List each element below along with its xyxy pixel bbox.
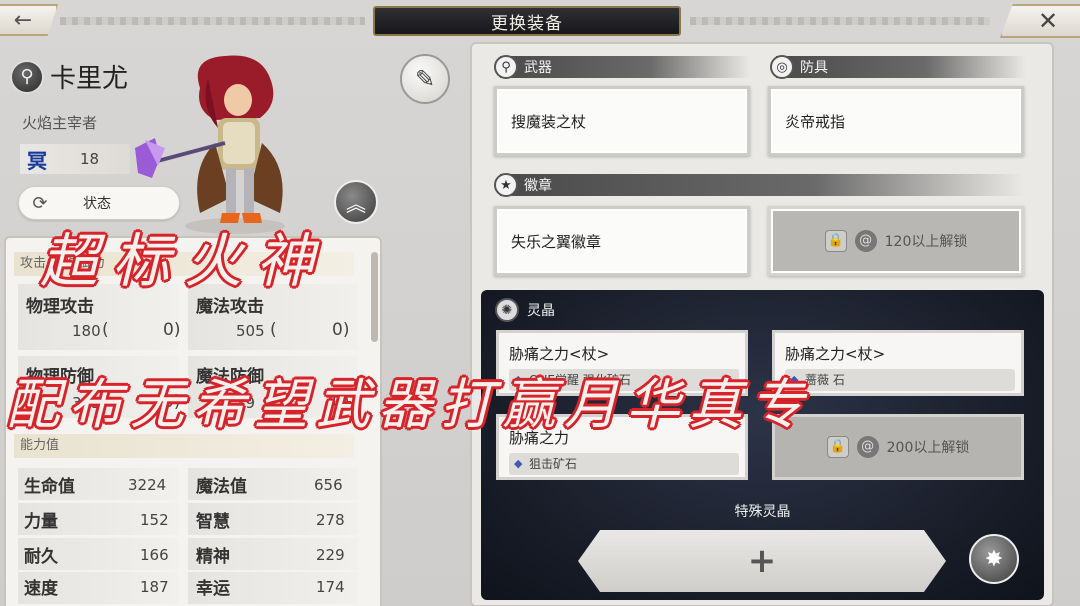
def-value: 166 (140, 546, 169, 564)
refresh-icon: ⟳ (32, 192, 48, 214)
spd-value: 187 (140, 578, 169, 596)
crystal-3-ore: 狙击矿石 (509, 453, 739, 475)
mag-atk-value: 505 (236, 322, 265, 340)
character-name-row: ⚲ 卡里尤 (10, 58, 128, 95)
armor-header-label: 防具 (800, 60, 828, 76)
spd-label: 速度 (24, 579, 58, 599)
overlay-caption-2: 配布无希望武器打赢月华真专 (6, 373, 812, 436)
crystal-icon: ✺ (495, 298, 519, 322)
staff-icon: ⚲ (494, 55, 518, 79)
str-label: 力量 (24, 512, 58, 532)
lock-icon: 🔒 (826, 436, 849, 458)
level-value: 18 (80, 150, 100, 168)
back-button[interactable]: ← (0, 4, 58, 36)
close-icon: ✕ (1037, 7, 1059, 35)
page-title: 更换装备 (373, 6, 681, 36)
collapse-chevron-icon[interactable]: ︽ (334, 180, 378, 224)
overlay-caption-1: 超标火神 (40, 227, 329, 295)
character-sprite (135, 55, 285, 234)
hp-value: 3224 (128, 476, 167, 494)
top-bar: ← 更换装备 ✕ (0, 0, 1080, 40)
spr-label: 精神 (196, 547, 230, 567)
armor-name: 炎帝戒指 (785, 112, 846, 131)
memo-icon[interactable]: ✎ (400, 54, 450, 104)
plus-icon: + (747, 541, 777, 581)
locked-badge-slot: 🔒 @ 120以上解锁 (768, 206, 1024, 276)
badge-header: ★ 徽章 (494, 173, 1024, 197)
mag-atk-bonus-open: ( (270, 320, 277, 340)
crystal-2-ore: 蔷薇 石 (785, 369, 1015, 391)
phys-atk-bonus-close: 0) (163, 320, 181, 340)
rarity-glyph: 冥 (27, 148, 47, 173)
ring-icon: ◎ (770, 55, 794, 79)
weapon-name: 搜魔装之杖 (511, 112, 587, 131)
int-label: 智慧 (196, 512, 230, 532)
badge-name: 失乐之翼徽章 (511, 232, 602, 251)
crystal-header: ✺ 灵晶 (495, 298, 1035, 322)
spr-value: 229 (316, 546, 345, 564)
mp-label: 魔法值 (196, 477, 247, 497)
swirl-icon: @ (856, 436, 879, 458)
phys-atk-bonus-open: ( (102, 320, 109, 340)
armor-header: ◎ 防具 (770, 55, 1026, 79)
star-badge-icon: ★ (494, 173, 518, 197)
level-row: 冥 18 (20, 144, 130, 174)
staff-type-icon: ⚲ (10, 59, 44, 94)
stats-scrollbar[interactable] (371, 252, 378, 342)
int-value: 278 (316, 511, 345, 529)
phys-atk-value: 180 (72, 322, 101, 340)
close-button[interactable]: ✕ (1000, 4, 1080, 38)
special-crystal-label: 特殊灵晶 (734, 504, 791, 520)
character-subtitle: 火焰主宰者 (22, 114, 98, 132)
swirl-icon: @ (854, 230, 877, 252)
title-rule-left (60, 17, 365, 25)
special-crystal-slot[interactable]: + (578, 530, 946, 592)
locked-200-label: 200以上解锁 (886, 440, 970, 456)
crystal-header-label: 灵晶 (527, 303, 555, 319)
character-name: 卡里尤 (50, 64, 129, 94)
weapon-slot[interactable]: 搜魔装之杖 (494, 86, 750, 156)
weapon-header: ⚲ 武器 (494, 55, 750, 79)
armor-slot[interactable]: 炎帝戒指 (768, 86, 1024, 156)
back-arrow-icon: ← (13, 7, 33, 33)
weapon-header-label: 武器 (524, 60, 552, 76)
title-rule-right (690, 17, 990, 25)
str-value: 152 (140, 511, 169, 529)
luck-label: 幸运 (196, 579, 230, 599)
lock-icon: 🔒 (824, 230, 847, 252)
burst-icon[interactable]: ✸ (969, 534, 1019, 584)
mp-value: 656 (314, 476, 343, 494)
badge-slot[interactable]: 失乐之翼徽章 (494, 206, 750, 276)
mag-atk-bonus-close: 0) (332, 320, 350, 340)
luck-value: 174 (316, 578, 345, 596)
def-label: 耐久 (24, 547, 58, 567)
hp-label: 生命值 (24, 477, 75, 497)
status-label: 状态 (83, 196, 111, 212)
locked-120-label: 120以上解锁 (884, 234, 968, 250)
badge-header-label: 徽章 (524, 178, 552, 194)
